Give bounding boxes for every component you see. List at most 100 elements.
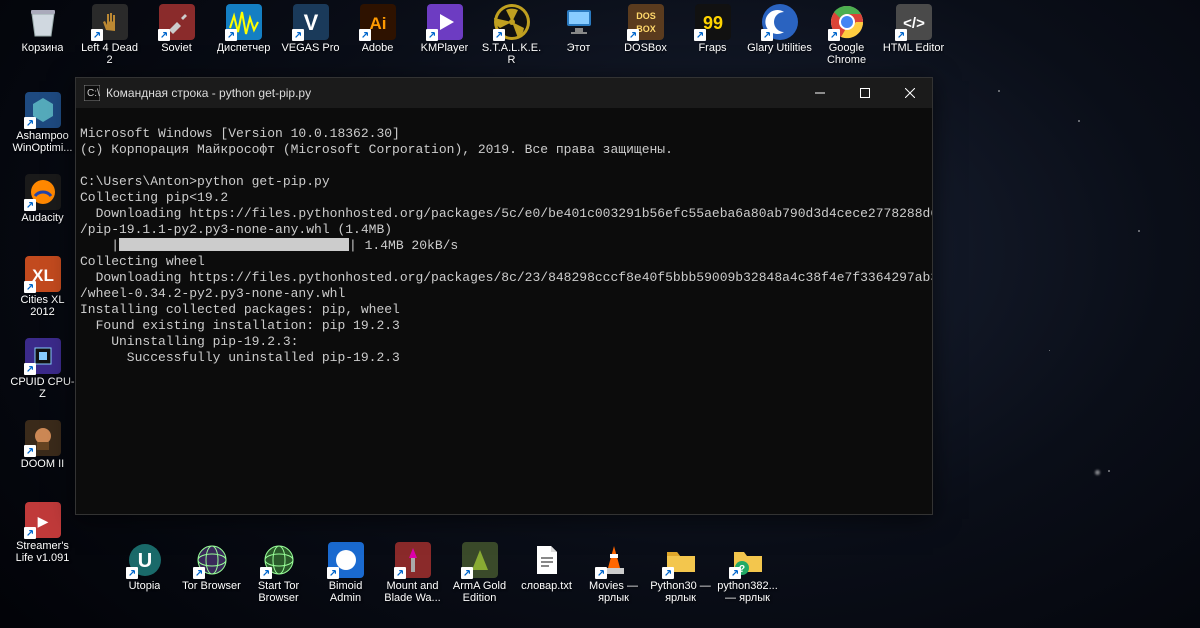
- glary-utilities-icon: [762, 4, 798, 40]
- cities-xl-icon: XL: [25, 256, 61, 292]
- desktop-icon-arma-gold[interactable]: ArmA Gold Edition: [447, 542, 512, 604]
- titlebar[interactable]: C:\ Командная строка - python get-pip.py: [76, 78, 932, 108]
- shortcut-arrow-icon: [24, 527, 36, 539]
- icon-label: Movies — ярлык: [581, 580, 646, 604]
- shortcut-arrow-icon: [493, 29, 505, 41]
- arma-gold-icon: [462, 542, 498, 578]
- icon-label: Mount and Blade Wa...: [380, 580, 445, 604]
- icon-label: Cities XL 2012: [10, 294, 75, 318]
- start-tor-icon: [261, 542, 297, 578]
- icon-label: Корзина: [22, 42, 64, 54]
- desktop-icon-adobe-illustrator[interactable]: Ai Adobe: [345, 4, 410, 54]
- cmd-icon: C:\: [84, 85, 100, 101]
- desktop-icon-kmplayer[interactable]: KMPlayer: [412, 4, 477, 54]
- html-editor-icon: </>: [896, 4, 932, 40]
- desktop-icon-chrome[interactable]: Google Chrome: [814, 4, 879, 66]
- shortcut-arrow-icon: [627, 29, 639, 41]
- desktop-icon-mount-blade[interactable]: Mount and Blade Wa...: [380, 542, 445, 604]
- desktop-icon-streamers-life[interactable]: ▶Streamer's Life v1.091: [10, 502, 75, 564]
- icon-label: Utopia: [129, 580, 161, 592]
- shortcut-arrow-icon: [359, 29, 371, 41]
- desktop-icon-utopia[interactable]: U Utopia: [112, 542, 177, 592]
- icon-label: S.T.A.L.K.E.R: [479, 42, 544, 66]
- icon-label: Ashampoo WinOptimi...: [10, 130, 75, 154]
- desktop-icon-dispatcher[interactable]: Диспетчер: [211, 4, 276, 54]
- shortcut-arrow-icon: [327, 567, 339, 579]
- desktop-icon-audacity[interactable]: Audacity: [10, 174, 75, 224]
- desktop-icon-html-editor[interactable]: </>HTML Editor: [881, 4, 946, 54]
- desktop-icon-soviet[interactable]: Soviet: [144, 4, 209, 54]
- window-title: Командная строка - python get-pip.py: [106, 86, 797, 100]
- shortcut-arrow-icon: [24, 281, 36, 293]
- shortcut-arrow-icon: [24, 363, 36, 375]
- icon-label: VEGAS Pro: [281, 42, 339, 54]
- desktop-icon-start-tor[interactable]: Start Tor Browser: [246, 542, 311, 604]
- python30-shortcut-icon: [663, 542, 699, 578]
- icon-label: словар.txt: [521, 580, 572, 592]
- shortcut-arrow-icon: [662, 567, 674, 579]
- shortcut-arrow-icon: [895, 29, 907, 41]
- desktop-icon-cpuid-cpuz[interactable]: CPUID CPU-Z: [10, 338, 75, 400]
- desktop-icon-slovar[interactable]: словар.txt: [514, 542, 579, 592]
- icon-label: python382... — ярлык: [715, 580, 780, 604]
- svg-text:BOX: BOX: [636, 24, 656, 34]
- desktop-icon-doom2[interactable]: DOOM II: [10, 420, 75, 470]
- dosbox-icon: DOS BOX: [628, 4, 664, 40]
- desktop-icon-movies-shortcut[interactable]: Movies — ярлык: [581, 542, 646, 604]
- shortcut-arrow-icon: [193, 567, 205, 579]
- shortcut-arrow-icon: [694, 29, 706, 41]
- maximize-button[interactable]: [842, 78, 887, 108]
- svg-text:Ai: Ai: [369, 14, 386, 33]
- desktop-icon-glary-utilities[interactable]: Glary Utilities: [747, 4, 812, 54]
- svg-text:DOS: DOS: [636, 11, 656, 21]
- desktop-icon-vegas-pro[interactable]: V VEGAS Pro: [278, 4, 343, 54]
- shortcut-arrow-icon: [828, 29, 840, 41]
- svg-text:▶: ▶: [37, 513, 48, 529]
- shortcut-arrow-icon: [761, 29, 773, 41]
- shortcut-arrow-icon: [260, 567, 272, 579]
- desktop-icon-ashampoo[interactable]: Ashampoo WinOptimi...: [10, 92, 75, 154]
- kmplayer-icon: [427, 4, 463, 40]
- recycle-bin-icon: [25, 4, 61, 40]
- desktop-icon-bimoid[interactable]: Bimoid Admin: [313, 542, 378, 604]
- mount-blade-icon: [395, 542, 431, 578]
- desktop-icon-l4d2[interactable]: Left 4 Dead 2: [77, 4, 142, 66]
- ashampoo-icon: [25, 92, 61, 128]
- svg-text:U: U: [137, 550, 151, 572]
- icon-label: Bimoid Admin: [313, 580, 378, 604]
- vegas-pro-icon: V: [293, 4, 329, 40]
- icon-label: KMPlayer: [421, 42, 469, 54]
- adobe-illustrator-icon: Ai: [360, 4, 396, 40]
- minimize-button[interactable]: [797, 78, 842, 108]
- desktop-icon-fraps[interactable]: 99Fraps: [680, 4, 745, 54]
- dispatcher-icon: [226, 4, 262, 40]
- desktop-icon-tor-browser[interactable]: Tor Browser: [179, 542, 244, 592]
- shortcut-arrow-icon: [394, 567, 406, 579]
- icon-label: DOOM II: [21, 458, 64, 470]
- desktop-icon-dosbox[interactable]: DOSBOXDOSBox: [613, 4, 678, 54]
- desktop-icon-python382-shortcut[interactable]: ?python382... — ярлык: [715, 542, 780, 604]
- shortcut-arrow-icon: [461, 567, 473, 579]
- desktop-icon-cities-xl[interactable]: XLCities XL 2012: [10, 256, 75, 318]
- shortcut-arrow-icon: [729, 567, 741, 579]
- desktop-icon-python30-shortcut[interactable]: Python30 — ярлык: [648, 542, 713, 604]
- desktop-icon-stalker[interactable]: S.T.A.L.K.E.R: [479, 4, 544, 66]
- desktop-icon-recycle-bin[interactable]: Корзина: [10, 4, 75, 54]
- shortcut-arrow-icon: [24, 117, 36, 129]
- cpuid-cpuz-icon: [25, 338, 61, 374]
- icon-label: CPUID CPU-Z: [10, 376, 75, 400]
- soviet-icon: [159, 4, 195, 40]
- this-pc-icon: [561, 4, 597, 40]
- shortcut-arrow-icon: [24, 199, 36, 211]
- close-button[interactable]: [887, 78, 932, 108]
- l4d2-icon: [92, 4, 128, 40]
- movies-shortcut-icon: [596, 542, 632, 578]
- svg-text:C:\: C:\: [87, 88, 100, 99]
- progress-bar: [119, 238, 349, 251]
- shortcut-arrow-icon: [91, 29, 103, 41]
- fraps-icon: 99: [695, 4, 731, 40]
- icon-label: Adobe: [362, 42, 394, 54]
- icon-label: Left 4 Dead 2: [77, 42, 142, 66]
- shortcut-arrow-icon: [126, 567, 138, 579]
- desktop-icon-this-pc[interactable]: Этот: [546, 4, 611, 54]
